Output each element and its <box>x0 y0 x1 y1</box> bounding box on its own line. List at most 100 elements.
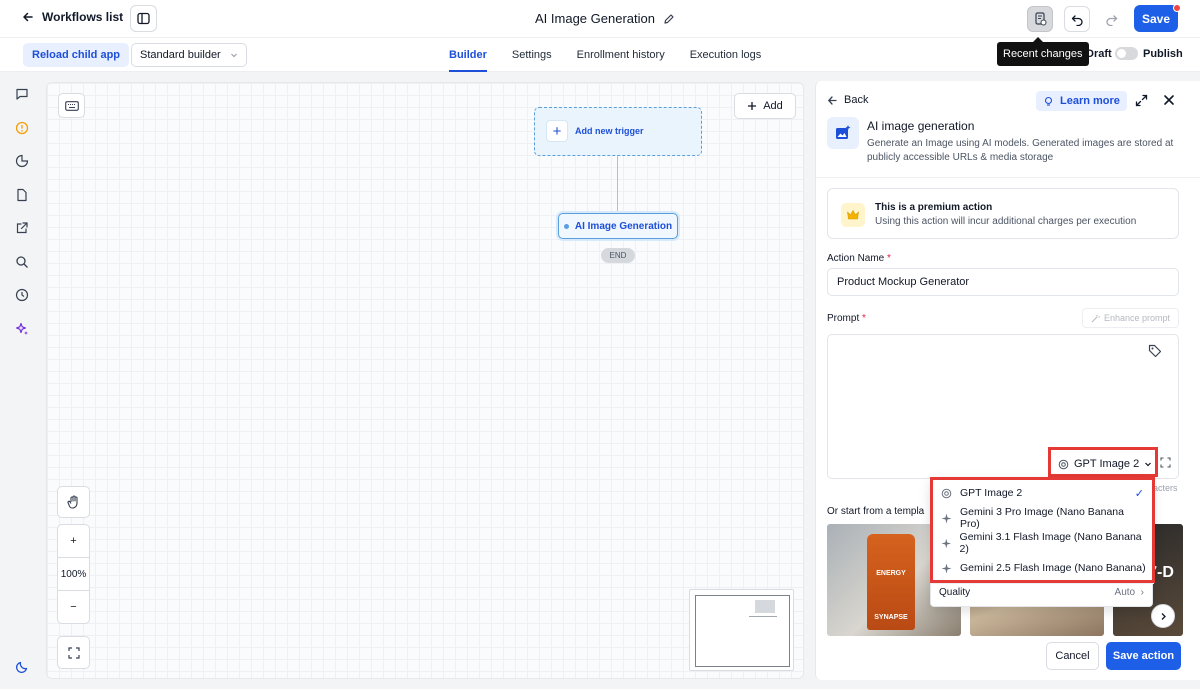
premium-notice: This is a premium action Using this acti… <box>827 188 1179 239</box>
next-templates-button[interactable] <box>1151 604 1175 628</box>
builder-select-value: Standard builder <box>140 49 221 61</box>
quality-label: Quality <box>939 587 971 598</box>
zoom-out-button[interactable]: − <box>57 590 90 624</box>
fit-screen-icon <box>67 646 80 659</box>
wand-icon <box>1091 314 1100 322</box>
workflows-list-label: Workflows list <box>42 10 124 24</box>
moon-icon[interactable] <box>14 659 30 675</box>
chevron-right-icon <box>1161 612 1166 620</box>
prompt-label: Prompt * <box>827 313 866 324</box>
search-icon[interactable] <box>14 254 30 270</box>
recent-changes-button[interactable] <box>1027 6 1053 32</box>
plus-icon: + <box>546 120 568 142</box>
sidebar-panel-icon <box>137 12 150 25</box>
enhance-prompt-button[interactable]: Enhance prompt <box>1082 308 1180 328</box>
expand-icon[interactable] <box>1135 94 1148 107</box>
main-tabs: Builder Settings Enrollment history Exec… <box>449 38 786 72</box>
draft-label: Draft <box>1086 48 1112 60</box>
templates-label: Or start from a templa <box>827 506 925 517</box>
workflow-title: AI Image Generation <box>535 11 675 26</box>
crown-icon <box>841 203 865 227</box>
plus-icon <box>748 102 757 110</box>
panel-back-button[interactable]: Back <box>827 94 868 106</box>
publish-toggle[interactable] <box>1115 47 1138 60</box>
model-option-gpt-image-2[interactable]: GPT Image 2 ✓ <box>941 481 1146 505</box>
workflows-list-link[interactable]: Workflows list <box>22 10 123 24</box>
workflow-canvas[interactable]: Add + Add new trigger AI Image Generatio… <box>46 82 804 679</box>
sparkle-icon[interactable] <box>14 321 30 337</box>
undo-icon <box>1071 14 1083 26</box>
model-option-gemini-2-5-flash[interactable]: Gemini 2.5 Flash Image (Nano Banana) <box>941 556 1146 580</box>
dropdown-divider <box>931 583 1154 584</box>
undo-button[interactable] <box>1064 6 1090 32</box>
keyboard-icon <box>64 100 79 111</box>
arrow-left-icon <box>23 12 33 22</box>
keyboard-shortcuts-button[interactable] <box>58 93 85 118</box>
end-node: END <box>601 248 635 263</box>
premium-title: This is a premium action <box>875 202 993 213</box>
learn-more-button[interactable]: Learn more <box>1036 91 1127 111</box>
external-link-icon[interactable] <box>14 220 30 236</box>
add-trigger-label: Add new trigger <box>575 126 644 136</box>
document-icon[interactable] <box>14 187 30 203</box>
model-option-gemini-3-1-flash[interactable]: Gemini 3.1 Flash Image (Nano Banana 2) <box>941 531 1146 555</box>
quality-value: Auto › <box>1114 587 1144 598</box>
action-name-label: Action Name * <box>827 253 891 264</box>
quality-option[interactable]: Quality Auto › <box>939 587 1144 598</box>
pie-chart-icon[interactable] <box>14 153 30 169</box>
ai-image-generation-node[interactable]: AI Image Generation <box>558 213 678 239</box>
sidebar-toggle-button[interactable] <box>130 5 157 32</box>
model-option-gemini-3-pro[interactable]: Gemini 3 Pro Image (Nano Banana Pro) <box>941 506 1146 530</box>
model-option-label: Gemini 2.5 Flash Image (Nano Banana) <box>960 562 1146 574</box>
gemini-sparkle-icon <box>941 513 952 523</box>
tab-settings[interactable]: Settings <box>512 38 552 72</box>
reload-child-app-button[interactable]: Reload child app <box>23 43 130 67</box>
minimap[interactable] <box>689 589 794 671</box>
prompt-label-text: Prompt <box>827 313 860 324</box>
tab-enrollment-history[interactable]: Enrollment history <box>577 38 665 72</box>
openai-icon <box>941 488 952 498</box>
minimap-line <box>749 616 777 617</box>
node-dot <box>563 223 569 229</box>
save-button[interactable]: Save <box>1134 5 1178 32</box>
zoom-in-button[interactable]: + <box>57 524 90 558</box>
chat-icon[interactable] <box>14 86 30 102</box>
workflow-title-text: AI Image Generation <box>535 11 655 26</box>
model-option-label: Gemini 3.1 Flash Image (Nano Banana 2) <box>959 531 1142 555</box>
required-asterisk: * <box>887 253 891 264</box>
redo-button[interactable] <box>1098 6 1124 32</box>
add-trigger-node[interactable]: + Add new trigger <box>534 107 702 156</box>
tab-builder[interactable]: Builder <box>449 38 487 72</box>
gemini-sparkle-icon <box>941 563 952 573</box>
history-icon[interactable] <box>14 287 30 303</box>
panel-divider <box>816 177 1200 178</box>
action-name-input[interactable]: Product Mockup Generator <box>827 268 1179 296</box>
pan-tool-button[interactable] <box>57 486 90 518</box>
hand-icon <box>67 495 78 509</box>
add-button-label: Add <box>763 100 783 112</box>
node-connector <box>617 156 618 214</box>
alert-icon[interactable] <box>14 120 30 136</box>
fullscreen-icon[interactable] <box>1160 457 1171 468</box>
required-asterisk: * <box>862 313 866 324</box>
tag-icon[interactable] <box>1148 344 1162 358</box>
builder-select[interactable]: Standard builder <box>131 43 247 67</box>
top-bar: Workflows list AI Image Generation Save <box>0 0 1200 38</box>
fit-view-button[interactable] <box>57 636 90 669</box>
redo-icon <box>1105 14 1117 26</box>
minimap-node <box>755 600 775 613</box>
tab-execution-logs[interactable]: Execution logs <box>690 38 762 72</box>
unsaved-indicator <box>1173 4 1181 12</box>
save-action-button[interactable]: Save action <box>1106 642 1181 670</box>
edit-pencil-icon[interactable] <box>663 13 675 25</box>
lightbulb-icon <box>1044 96 1053 106</box>
minimap-viewport <box>695 595 790 667</box>
close-icon[interactable] <box>1162 93 1176 107</box>
cancel-button[interactable]: Cancel <box>1046 642 1099 670</box>
add-button[interactable]: Add <box>734 93 796 119</box>
gemini-sparkle-icon <box>941 538 952 548</box>
publish-label: Publish <box>1143 48 1183 60</box>
can-label-energy: ENERGY <box>876 570 906 577</box>
zoom-level: 100% <box>57 557 90 591</box>
chevron-down-icon <box>231 53 237 58</box>
